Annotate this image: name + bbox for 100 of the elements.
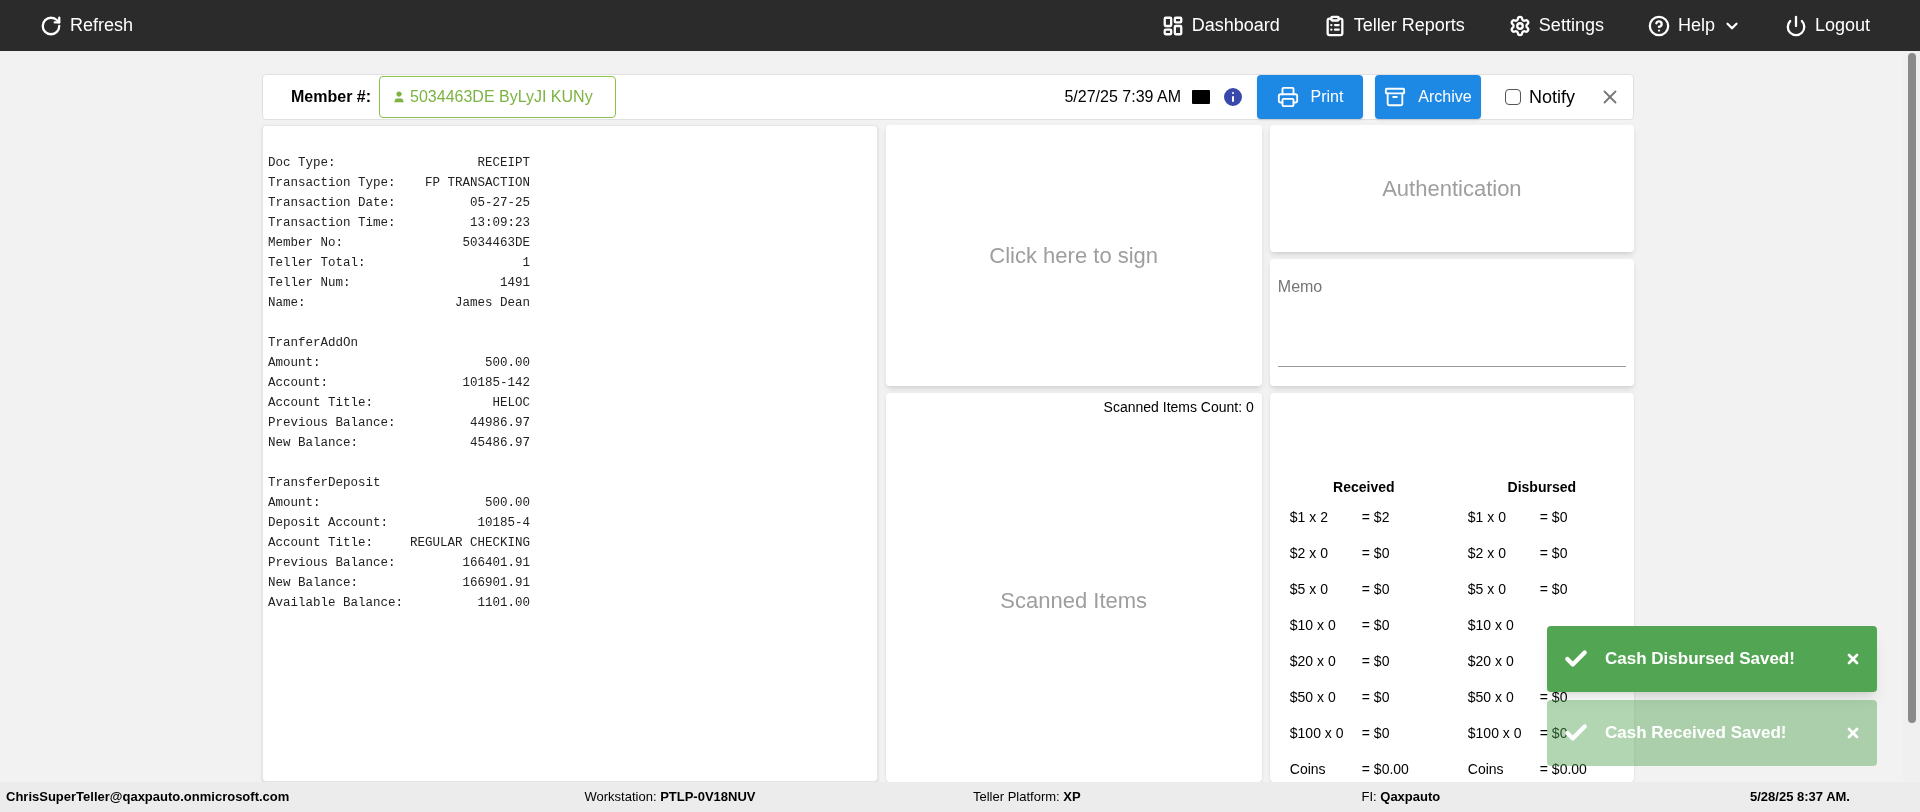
receipt-value: 500.00 [485,355,530,372]
receipt-label: Transaction Time: [268,215,396,232]
info-icon[interactable] [1221,85,1245,109]
status-field: Workstation: PTLP-0V18NUV [584,787,955,807]
receipt-label: Account Title: [268,535,374,552]
archive-button[interactable]: Archive [1375,75,1481,119]
cash-total: = $0 [1539,508,1568,524]
notify-checkbox[interactable]: Notify [1505,83,1575,111]
receipt-value: 10185-142 [462,375,530,392]
receipt-value: 1 [522,255,530,272]
nav-item[interactable]: Settings [1492,0,1620,51]
scanned-items-title: Scanned Items [1000,586,1148,615]
receipt-heading: TranferAddOn [268,335,359,352]
nav-item[interactable]: Dashboard [1145,0,1296,51]
receipt-value: 10185-4 [477,515,530,532]
nav-item[interactable]: Logout [1768,0,1886,51]
cash-denomination: $50 x 0 [1467,688,1515,704]
receipt-value: REGULAR CHECKING [409,535,530,552]
cash-denomination: $20 x 0 [1289,652,1337,668]
cash-denomination: $1 x 2 [1289,508,1329,524]
receipt-label: Teller Total: [268,255,366,272]
receipt-value: 166901.91 [462,575,530,592]
cash-denomination: Coins [1467,760,1505,776]
cash-column-heading: Disbursed [1506,478,1578,497]
receipt-label: Member No: [268,235,343,252]
cash-denomination: $20 x 0 [1467,652,1515,668]
receipt-label: Deposit Account: [268,515,389,532]
nav-item[interactable]: Refresh [24,0,150,51]
memo-field[interactable]: Memo [1269,259,1634,386]
cash-total: = $0 [1539,580,1568,596]
status-field: FI: Qaxpauto [1361,787,1732,807]
toast-message: Cash Disbursed Saved! [1605,648,1796,671]
cash-denomination: $2 x 0 [1467,544,1507,560]
receipt-value: 5034463DE [462,235,530,252]
logout-icon [1784,14,1807,37]
cash-column-heading: Received [1332,478,1396,497]
receipt-value: James Dean [455,295,530,312]
cash-denomination: $100 x 0 [1467,724,1523,740]
printer-icon [1276,86,1299,108]
person-icon [392,90,407,104]
cash-total: = $0 [1361,652,1390,668]
receipt-label: Transaction Date: [268,195,396,212]
cash-total: = $0 [1361,616,1390,632]
receipt-value: FP TRANSACTION [424,175,530,192]
scanned-count: Scanned Items Count: 0 [1103,398,1255,417]
cash-total: = $0 [1361,688,1390,704]
cash-denomination: $50 x 0 [1289,688,1337,704]
receipt-value: 1491 [500,275,530,292]
cash-total: = $0 [1361,544,1390,560]
receipt-heading: TransferDeposit [268,475,382,492]
cash-total: = $0 [1539,688,1568,704]
cash-total: = $0 [1361,580,1390,596]
dashboard-icon [1161,14,1184,37]
cash-total: = $0 [1361,724,1390,740]
cash-total: = $0.00 [1539,760,1587,776]
receipt-value: 500.00 [485,495,530,512]
date-time: 5/27/25 7:39 AM [1064,87,1181,107]
receipt-label: Teller Num: [268,275,351,292]
cash-denomination: $5 x 0 [1467,580,1507,596]
receipt-value: 1101.00 [477,595,530,612]
receipt-label: New Balance: [268,575,358,592]
toast-message: Cash Received Saved! [1605,722,1788,745]
receipt-value: 05-27-25 [470,195,530,212]
receipt-label: Previous Balance: [268,415,396,432]
help-icon [1647,14,1670,37]
print-button[interactable]: Print [1257,75,1363,119]
receipt-value: HELOC [492,395,530,412]
cash-denomination: $10 x 0 [1467,616,1515,632]
receipt-label: Previous Balance: [268,555,396,572]
cash-denomination: $2 x 0 [1289,544,1329,560]
status-date: 5/28/25 8:37 AM. [1750,788,1850,807]
receipt-label: Transaction Type: [268,175,396,192]
memo-input[interactable]: Memo [1277,275,1626,367]
close-icon[interactable] [1845,651,1861,667]
nav-item[interactable]: Help [1631,0,1757,51]
cash-total: = $2 [1361,508,1390,524]
archive-box-icon [1384,86,1407,108]
settings-icon [1508,14,1531,37]
receipt-value: 45486.97 [470,435,530,452]
receipt-value: 13:09:23 [470,215,530,232]
receipt-label: Account Title: [268,395,374,412]
receipt-value: 166401.91 [462,555,530,572]
cash-total: = $0.00 [1361,760,1409,776]
cash-total: = $0 [1539,544,1568,560]
receipt-value: RECEIPT [477,155,530,172]
status-field: Teller Platform: XP [973,787,1343,807]
cash-denomination: $5 x 0 [1289,580,1329,596]
member-label: Member #: [291,87,372,107]
receipt-label: Account: [268,375,328,392]
cash-denomination: $10 x 0 [1289,616,1337,632]
receipt-value: 44986.97 [470,415,530,432]
receipt-label: Available Balance: [268,595,404,612]
nav-item[interactable]: Teller Reports [1307,0,1481,51]
cash-total: = $0 [1539,724,1568,740]
receipt-label: Amount: [268,355,321,372]
receipt-label: New Balance: [268,435,358,452]
cash-denomination: $1 x 0 [1467,508,1507,524]
cash-denomination: Coins [1289,760,1327,776]
receipt-label: Amount: [268,495,321,512]
refresh-icon [40,14,62,37]
